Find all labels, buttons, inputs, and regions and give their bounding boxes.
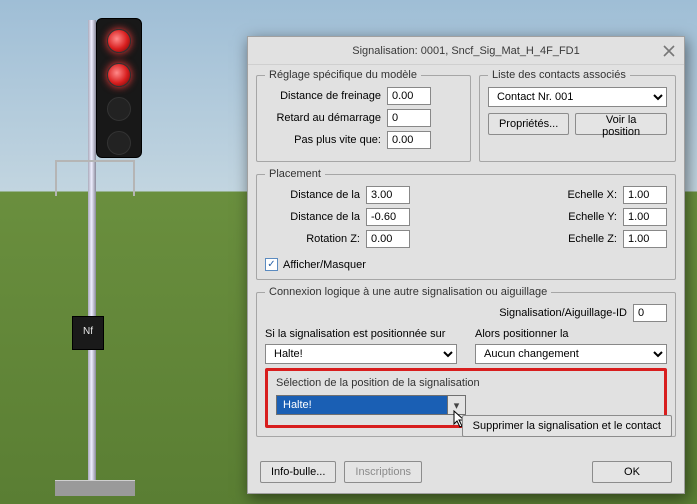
ok-button[interactable]: OK (592, 461, 672, 483)
signal-head (96, 18, 142, 158)
placement-legend: Placement (265, 168, 325, 180)
signal-base (55, 480, 135, 496)
placement-dist2-input[interactable] (366, 208, 410, 226)
signal-bracket (55, 160, 135, 196)
start-delay-input[interactable] (387, 109, 431, 127)
signal-light-red-2 (107, 63, 131, 87)
placement-rotz-input[interactable] (366, 230, 410, 248)
show-hide-checkbox[interactable]: ✓ Afficher/Masquer (265, 258, 667, 271)
max-speed-label: Pas plus vite que: (265, 134, 381, 146)
signal-switch-id-input[interactable] (633, 304, 667, 322)
signal-mast (88, 20, 96, 490)
then-position-select[interactable]: Aucun changement (475, 344, 667, 364)
scale-y-label: Echelle Y: (557, 211, 617, 223)
placement-dist1-label: Distance de la (265, 189, 360, 201)
position-selection-value: Halte! (283, 399, 312, 411)
placement-rotz-label: Rotation Z: (265, 233, 360, 245)
scale-y-input[interactable] (623, 208, 667, 226)
inscriptions-button[interactable]: Inscriptions (344, 461, 422, 483)
contacts-legend: Liste des contacts associés (488, 69, 630, 81)
tooltip-button[interactable]: Info-bulle... (260, 461, 336, 483)
then-position-label: Alors positionner la (475, 328, 667, 340)
signal-properties-dialog: Signalisation: 0001, Sncf_Sig_Mat_H_4F_F… (247, 36, 685, 494)
close-icon[interactable] (660, 42, 678, 60)
connection-legend: Connexion logique à une autre signalisat… (265, 286, 551, 298)
contacts-select[interactable]: Contact Nr. 001 (488, 87, 667, 107)
if-positioned-label: Si la signalisation est positionnée sur (265, 328, 457, 340)
scale-x-label: Echelle X: (557, 189, 617, 201)
signal-plate: Nf (72, 316, 104, 350)
contacts-group: Liste des contacts associés Contact Nr. … (479, 69, 676, 162)
chevron-down-icon: ▾ (447, 396, 465, 414)
show-hide-label: Afficher/Masquer (283, 259, 366, 271)
checkmark-icon: ✓ (265, 258, 278, 271)
if-positioned-select[interactable]: Halte! (265, 344, 457, 364)
dialog-title: Signalisation: 0001, Sncf_Sig_Mat_H_4F_F… (352, 45, 579, 57)
signal-light-off-1 (107, 97, 131, 121)
scale-x-input[interactable] (623, 186, 667, 204)
model-legend: Réglage spécifique du modèle (265, 69, 421, 81)
model-settings-group: Réglage spécifique du modèle Distance de… (256, 69, 471, 162)
placement-dist2-label: Distance de la (265, 211, 360, 223)
brake-distance-input[interactable] (387, 87, 431, 105)
placement-dist1-input[interactable] (366, 186, 410, 204)
position-selection-dropdown[interactable]: Halte! ▾ (276, 395, 466, 415)
max-speed-input[interactable] (387, 131, 431, 149)
contact-properties-button[interactable]: Propriétés... (488, 113, 569, 135)
signal-light-off-2 (107, 131, 131, 155)
placement-group: Placement Distance de la Distance de la … (256, 168, 676, 280)
start-delay-label: Retard au démarrage (265, 112, 381, 124)
contact-view-position-button[interactable]: Voir la position (575, 113, 667, 135)
scale-z-input[interactable] (623, 230, 667, 248)
scale-z-label: Echelle Z: (557, 233, 617, 245)
brake-distance-label: Distance de freinage (265, 90, 381, 102)
signal-light-red-1 (107, 29, 131, 53)
selection-legend: Sélection de la position de la signalisa… (276, 377, 656, 389)
delete-signal-contact-button[interactable]: Supprimer la signalisation et le contact (462, 415, 672, 437)
signal-switch-id-label: Signalisation/Aiguillage-ID (499, 307, 627, 319)
dialog-titlebar: Signalisation: 0001, Sncf_Sig_Mat_H_4F_F… (248, 37, 684, 65)
